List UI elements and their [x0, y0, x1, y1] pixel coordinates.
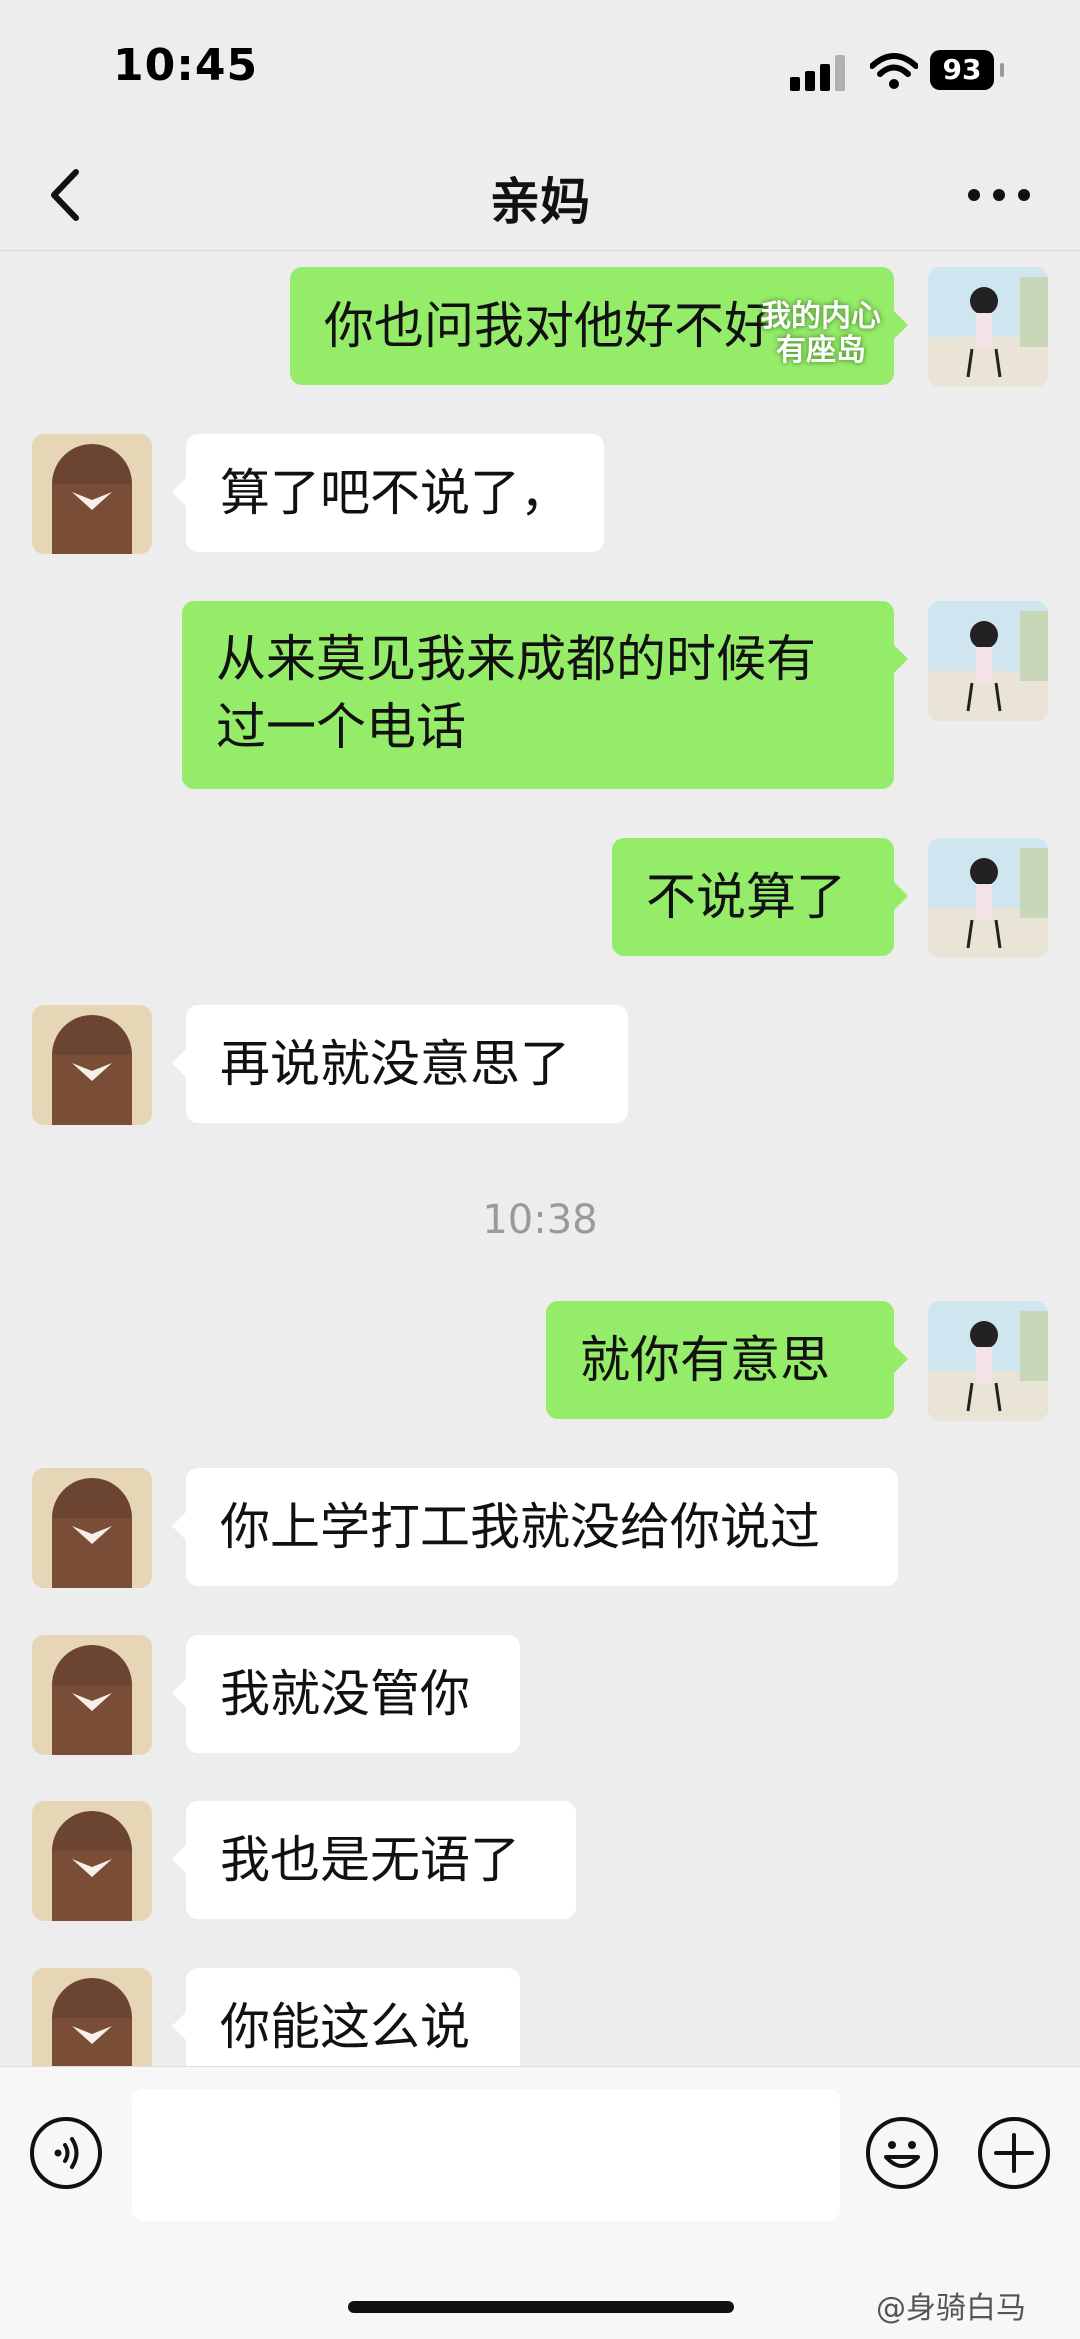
- message-text: 你也问我对他好不好: [324, 297, 774, 355]
- received-message-bubble[interactable]: 你上学打工我就没给你说过: [172, 1468, 898, 1586]
- battery-icon: 93: [930, 50, 1004, 90]
- message-input[interactable]: [132, 2089, 840, 2221]
- avatar[interactable]: [32, 1468, 152, 1588]
- avatar[interactable]: [32, 1005, 152, 1125]
- message-timestamp: 10:38: [482, 1197, 598, 1243]
- message-list[interactable]: 你也问我对他好不好 我的内心 有座岛 算了吧不说了， 从来莫见我来成都的时候有过一…: [0, 251, 1080, 2066]
- avatar[interactable]: [928, 838, 1048, 958]
- message-text: 你上学打工我就没给你说过: [220, 1498, 820, 1556]
- cellular-signal-icon: [790, 55, 846, 91]
- chat-header: 亲妈: [0, 140, 1080, 251]
- battery-level: 93: [930, 50, 994, 90]
- sent-message-bubble[interactable]: 就你有意思: [546, 1301, 908, 1419]
- plus-icon[interactable]: [976, 2115, 1052, 2191]
- avatar[interactable]: [32, 1968, 152, 2066]
- received-message-bubble[interactable]: 我就没管你: [172, 1635, 520, 1753]
- input-bar: @身骑白马: [0, 2066, 1080, 2339]
- message-text: 从来莫见我来成都的时候有过一个电话: [216, 630, 816, 756]
- sent-message-bubble[interactable]: 不说算了: [612, 838, 908, 956]
- status-bar: 10:45 93: [0, 0, 1080, 140]
- received-message-bubble[interactable]: 你能这么说: [172, 1968, 520, 2066]
- message-text: 你能这么说: [220, 1998, 470, 2056]
- avatar[interactable]: [32, 434, 152, 554]
- avatar[interactable]: [32, 1801, 152, 1921]
- sent-message-bubble[interactable]: 你也问我对他好不好 我的内心 有座岛: [290, 267, 908, 385]
- message-text: 不说算了: [646, 868, 846, 926]
- received-message-bubble[interactable]: 再说就没意思了: [172, 1005, 628, 1123]
- wifi-icon: [870, 53, 918, 89]
- sent-message-bubble[interactable]: 从来莫见我来成都的时候有过一个电话: [182, 601, 908, 789]
- watermark-text: @身骑白马: [876, 2291, 1026, 2326]
- more-dots-icon[interactable]: [964, 180, 1034, 210]
- avatar[interactable]: [928, 1301, 1048, 1421]
- message-text: 我也是无语了: [220, 1831, 520, 1889]
- chat-title: 亲妈: [490, 173, 590, 231]
- message-text: 再说就没意思了: [220, 1035, 570, 1093]
- avatar[interactable]: [928, 267, 1048, 387]
- emoji-icon[interactable]: [864, 2115, 940, 2191]
- status-time: 10:45: [113, 40, 259, 91]
- sticker-overlay: 我的内心 有座岛: [761, 299, 881, 368]
- message-text: 就你有意思: [580, 1331, 830, 1389]
- avatar[interactable]: [928, 601, 1048, 721]
- message-text: 算了吧不说了，: [220, 464, 570, 522]
- voice-icon[interactable]: [28, 2115, 104, 2191]
- home-indicator: [348, 2301, 734, 2313]
- message-text: 我就没管你: [220, 1665, 470, 1723]
- received-message-bubble[interactable]: 算了吧不说了，: [172, 434, 604, 552]
- avatar[interactable]: [32, 1635, 152, 1755]
- received-message-bubble[interactable]: 我也是无语了: [172, 1801, 576, 1919]
